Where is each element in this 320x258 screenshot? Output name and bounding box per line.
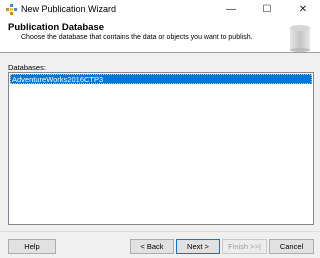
close-button[interactable]: ✕ <box>288 0 318 20</box>
wizard-header: Publication Database Choose the database… <box>0 20 320 53</box>
databases-listbox[interactable]: AdventureWorks2016CTP3 <box>8 72 314 225</box>
cancel-button[interactable]: Cancel <box>269 239 314 254</box>
title-bar: New Publication Wizard — ☐ ✕ <box>0 0 320 20</box>
list-item-selected[interactable]: AdventureWorks2016CTP3 <box>10 74 312 84</box>
next-button[interactable]: Next > <box>176 239 220 254</box>
window-title: New Publication Wizard <box>21 4 117 14</box>
databases-label: Databases: <box>8 63 46 72</box>
back-button[interactable]: < Back <box>130 239 174 254</box>
help-button[interactable]: Help <box>8 239 56 254</box>
minimize-button[interactable]: — <box>216 0 246 20</box>
page-subtitle: Choose the database that contains the da… <box>21 34 253 41</box>
wizard-icon <box>6 4 17 15</box>
footer-divider <box>0 231 320 232</box>
finish-button[interactable]: Finish >>| <box>222 239 267 254</box>
page-title: Publication Database <box>8 22 105 33</box>
publication-database-graphic <box>290 25 310 52</box>
maximize-button[interactable]: ☐ <box>252 0 282 20</box>
